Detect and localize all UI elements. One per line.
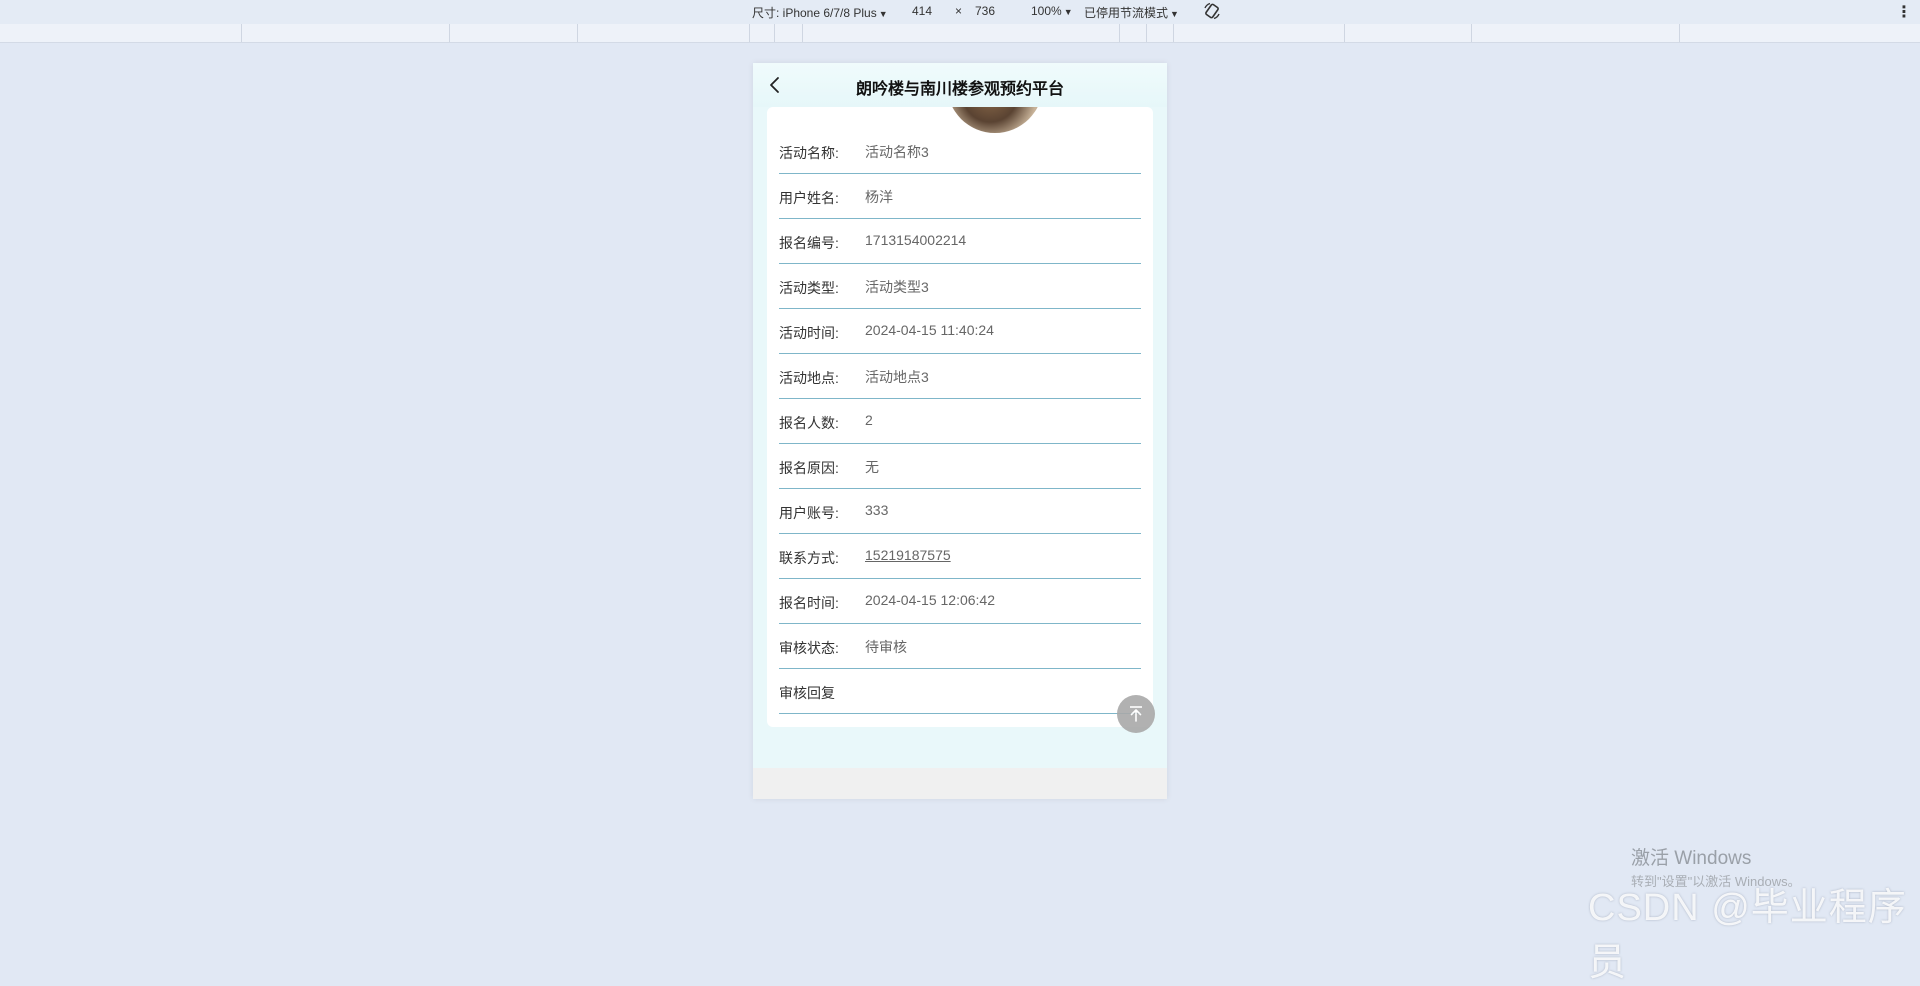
field-label: 活动类型: — [779, 280, 839, 296]
field-label: 审核状态: — [779, 640, 839, 656]
detail-row-user-name: 用户姓名: 杨洋 — [779, 174, 1141, 219]
field-label: 审核回复 — [779, 685, 835, 701]
media-query-bar — [0, 24, 1920, 43]
device-select-label: 尺寸: iPhone 6/7/8 Plus — [752, 6, 877, 20]
media-divider — [1471, 24, 1472, 42]
zoom-label: 100% — [1031, 4, 1062, 18]
width-input[interactable]: 414 — [912, 4, 932, 18]
times-sign: × — [955, 4, 963, 18]
field-value: 活动类型3 — [865, 279, 929, 295]
field-label: 活动地点: — [779, 370, 839, 386]
field-label: 报名时间: — [779, 595, 839, 611]
detail-row-review-status: 审核状态: 待审核 — [779, 624, 1141, 669]
detail-row-activity-location: 活动地点: 活动地点3 — [779, 354, 1141, 399]
page-title: 朗吟楼与南川楼参观预约平台 — [855, 81, 1064, 98]
detail-row-reason: 报名原因: 无 — [779, 444, 1141, 489]
phone-viewport: 朗吟楼与南川楼参观预约平台 活动名称: 活动名称3 用户姓名: 杨洋 报名编号:… — [753, 63, 1167, 799]
media-divider — [1119, 24, 1120, 42]
field-value: 2024-04-15 12:06:42 — [865, 592, 995, 608]
field-label: 报名原因: — [779, 460, 839, 476]
app-header: 朗吟楼与南川楼参观预约平台 — [753, 63, 1167, 107]
caret-down-icon: ▼ — [1063, 7, 1073, 17]
back-to-top-icon — [1130, 706, 1142, 722]
detail-row-activity-time: 活动时间: 2024-04-15 11:40:24 — [779, 309, 1141, 354]
media-divider — [1679, 24, 1680, 42]
media-divider — [449, 24, 450, 42]
detail-list: 活动名称: 活动名称3 用户姓名: 杨洋 报名编号: 1713154002214… — [779, 129, 1141, 714]
media-divider — [774, 24, 775, 42]
detail-card: 活动名称: 活动名称3 用户姓名: 杨洋 报名编号: 1713154002214… — [767, 107, 1153, 727]
media-divider — [749, 24, 750, 42]
field-value: 2 — [865, 412, 873, 428]
field-value: 2024-04-15 11:40:24 — [865, 322, 994, 338]
detail-row-review-reply: 审核回复 — [779, 669, 1141, 714]
media-divider — [802, 24, 803, 42]
field-value: 活动名称3 — [865, 144, 929, 160]
field-label: 用户姓名: — [779, 190, 839, 206]
detail-row-contact: 联系方式: 15219187575 — [779, 534, 1141, 579]
field-value: 杨洋 — [865, 189, 893, 205]
field-label: 报名编号: — [779, 235, 839, 251]
media-divider — [1173, 24, 1174, 42]
kebab-menu-icon[interactable]: ⋮ — [1896, 2, 1912, 22]
detail-row-activity-name: 活动名称: 活动名称3 — [779, 129, 1141, 174]
device-select[interactable]: 尺寸: iPhone 6/7/8 Plus ▼ — [752, 4, 888, 21]
field-label: 活动时间: — [779, 325, 839, 341]
field-label: 用户账号: — [779, 505, 839, 521]
field-label: 报名人数: — [779, 415, 839, 431]
media-divider — [1344, 24, 1345, 42]
detail-row-registration-no: 报名编号: 1713154002214 — [779, 219, 1141, 264]
media-divider — [241, 24, 242, 42]
field-value: 无 — [865, 459, 879, 475]
field-value: 1713154002214 — [865, 232, 967, 248]
csdn-watermark: CSDN @毕业程序员 — [1588, 887, 1907, 984]
throttle-select[interactable]: 已停用节流模式 ▼ — [1084, 4, 1179, 21]
detail-row-registration-time: 报名时间: 2024-04-15 12:06:42 — [779, 579, 1141, 624]
zoom-select[interactable]: 100% ▼ — [1031, 4, 1073, 18]
field-label: 活动名称: — [779, 145, 839, 161]
throttle-label: 已停用节流模式 — [1084, 6, 1169, 20]
height-input[interactable]: 736 — [975, 4, 995, 18]
media-divider — [577, 24, 578, 42]
detail-row-user-account: 用户账号: 333 — [779, 489, 1141, 534]
media-divider — [1146, 24, 1147, 42]
phone-link[interactable]: 15219187575 — [865, 547, 951, 563]
field-value: 活动地点3 — [865, 369, 929, 385]
field-label: 联系方式: — [779, 550, 839, 566]
detail-row-activity-type: 活动类型: 活动类型3 — [779, 264, 1141, 309]
bottom-bar — [753, 768, 1167, 799]
back-to-top-button[interactable] — [1117, 695, 1155, 733]
windows-activation-watermark: 激活 Windows — [1631, 848, 1752, 869]
devtools-device-toolbar: 尺寸: iPhone 6/7/8 Plus ▼ 414 × 736 100% ▼ 已… — [0, 0, 1920, 24]
field-value: 333 — [865, 502, 889, 518]
rotate-icon[interactable] — [1202, 1, 1222, 21]
status-badge: 待审核 — [865, 639, 907, 655]
detail-row-participant-count: 报名人数: 2 — [779, 399, 1141, 444]
caret-down-icon: ▼ — [878, 9, 888, 19]
caret-down-icon: ▼ — [1170, 9, 1179, 19]
